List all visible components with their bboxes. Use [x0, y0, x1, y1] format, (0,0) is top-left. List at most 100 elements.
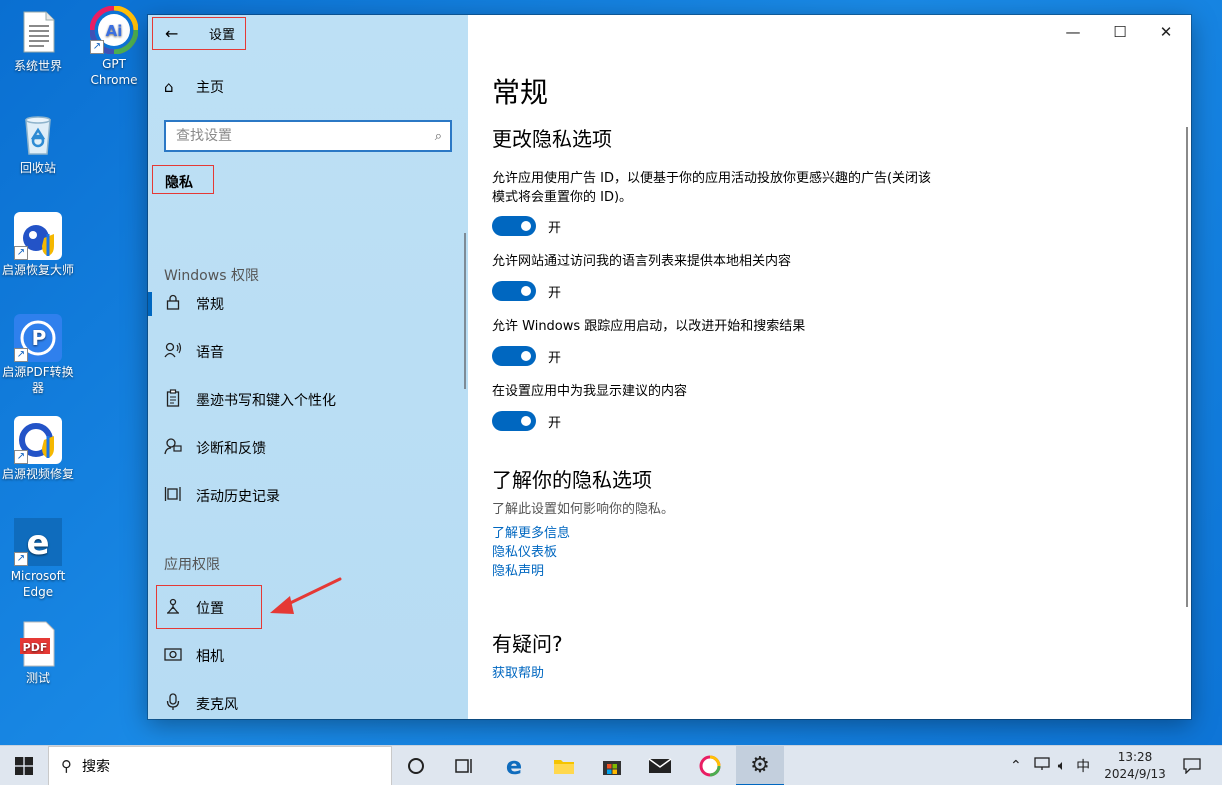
ai-chrome-taskbar-icon[interactable]: [686, 746, 734, 785]
nav-home-label: 主页: [196, 80, 224, 96]
toggle-state-label: 开: [548, 220, 562, 236]
titlebar-left-annotated: ← 设置: [152, 17, 246, 50]
microphone-icon: [164, 693, 182, 715]
nav-item-general[interactable]: 常规: [164, 292, 224, 316]
nav-scrollbar[interactable]: [464, 233, 466, 389]
desktop-icon-recovery[interactable]: ↗ 启源恢复大师: [0, 212, 76, 278]
setting-advertising-id-text: 允许应用使用广告 ID，以便基于你的应用活动投放你更感兴趣的广告(关闭该模式将会…: [492, 171, 932, 205]
task-view-button[interactable]: [440, 746, 488, 785]
desktop-icon-recycle-bin[interactable]: 回收站: [0, 110, 76, 176]
toggle-state-label: 开: [548, 415, 562, 431]
taskbar-search-box[interactable]: ⚲ 搜索: [48, 746, 392, 785]
shortcut-arrow-icon: ↗: [14, 552, 28, 566]
microsoft-store-icon[interactable]: [588, 746, 636, 785]
desktop-icon-system-world[interactable]: 系统世界: [0, 8, 76, 74]
search-icon[interactable]: ⌕: [435, 129, 442, 144]
settings-content-pane: — ☐ ✕ 常规 更改隐私选项 允许应用使用广告 ID，以便基于你的应用活动投放…: [468, 15, 1191, 719]
task-view-icon: [455, 759, 472, 773]
setting-language-list-text: 允许网站通过访问我的语言列表来提供本地相关内容: [492, 254, 792, 269]
nav-item-label: 活动历史记录: [196, 489, 280, 505]
back-arrow-icon[interactable]: ←: [165, 24, 185, 43]
desktop-icon-pdf-converter[interactable]: P ↗ 启源PDF转换器: [0, 314, 76, 396]
annotation-arrow: [270, 577, 342, 614]
toggle-knob: [521, 416, 531, 426]
minimize-button[interactable]: —: [1051, 21, 1095, 43]
shortcut-arrow-icon: ↗: [14, 348, 28, 362]
toggle-knob: [521, 351, 531, 361]
nav-item-camera[interactable]: 相机: [164, 644, 224, 668]
file-explorer-icon[interactable]: [540, 746, 588, 785]
edge-taskbar-icon[interactable]: e: [490, 746, 538, 785]
setting-advertising-id-row: 开: [492, 216, 561, 236]
link-learn-more[interactable]: 了解更多信息: [492, 522, 570, 541]
edge-icon: e ↗: [14, 518, 62, 566]
setting-suggested-content-text: 在设置应用中为我显示建议的内容: [492, 384, 688, 399]
page-title: 常规: [492, 76, 549, 109]
nav-item-label: 语音: [196, 345, 224, 361]
edge-badge: e: [26, 523, 49, 563]
section-heading-privacy-options: 更改隐私选项: [492, 127, 612, 151]
pdf-file-icon: PDF: [14, 620, 62, 668]
lock-icon: [164, 294, 182, 314]
video-repair-icon: ↗: [14, 416, 62, 464]
recycle-bin-icon: [14, 110, 62, 158]
desktop-icon-test-pdf[interactable]: PDF 测试: [0, 620, 76, 686]
settings-search-input[interactable]: [176, 128, 416, 144]
search-icon: ⚲: [61, 757, 72, 775]
desktop-icon-edge[interactable]: e ↗ Microsoft Edge: [0, 518, 76, 600]
nav-item-label: 相机: [196, 649, 224, 665]
start-button[interactable]: [0, 746, 48, 785]
shortcut-arrow-icon: ↗: [14, 450, 28, 464]
content-scrollbar[interactable]: [1186, 127, 1188, 607]
nav-item-microphone[interactable]: 麦克风: [164, 692, 238, 716]
toggle-state-label: 开: [548, 285, 562, 301]
settings-taskbar-icon[interactable]: ⚙: [736, 746, 784, 785]
nav-item-location[interactable]: 位置: [164, 596, 224, 620]
speech-icon: [164, 342, 182, 362]
ai-chrome-icon: Ai ↗: [89, 5, 139, 55]
nav-item-label: 常规: [196, 297, 224, 313]
document-icon: [14, 8, 62, 56]
setting-app-launch-tracking-row: 开: [492, 346, 561, 366]
link-get-help[interactable]: 获取帮助: [492, 662, 544, 681]
notification-button[interactable]: [1183, 746, 1201, 785]
nav-item-label: 位置: [196, 601, 224, 617]
desktop-icon-label: Microsoft Edge: [10, 569, 66, 599]
nav-item-speech[interactable]: 语音: [164, 340, 224, 364]
close-button[interactable]: ✕: [1144, 21, 1188, 43]
maximize-button[interactable]: ☐: [1098, 21, 1142, 43]
nav-item-diagnostics-feedback[interactable]: 诊断和反馈: [164, 436, 266, 460]
app-launch-tracking-toggle[interactable]: [492, 346, 536, 366]
system-tray: ⌃ 🔈︎ 中: [1010, 746, 1090, 785]
network-icon[interactable]: [1034, 757, 1050, 775]
desktop-icon-gpt-chrome[interactable]: Ai ↗ GPT Chrome: [76, 5, 152, 88]
cortana-button[interactable]: [392, 746, 440, 785]
nav-item-activity-history[interactable]: 活动历史记录: [164, 484, 280, 508]
desktop-icon-video-repair[interactable]: ↗ 启源视频修复: [0, 416, 76, 482]
link-privacy-dashboard[interactable]: 隐私仪表板: [492, 541, 557, 560]
desktop-icon-label: 启源视频修复: [1, 467, 74, 481]
setting-app-launch-tracking-text: 允许 Windows 跟踪应用启动，以改进开始和搜索结果: [492, 319, 806, 334]
nav-item-label: 墨迹书写和键入个性化: [196, 393, 336, 409]
nav-home[interactable]: ⌂ 主页: [164, 77, 224, 97]
taskbar-clock[interactable]: 13:28 2024/9/13: [1100, 749, 1170, 783]
section-title-privacy: 隐私: [152, 165, 214, 194]
language-list-toggle[interactable]: [492, 281, 536, 301]
toggle-knob: [521, 286, 531, 296]
chevron-up-icon[interactable]: ⌃: [1010, 758, 1022, 774]
suggested-content-toggle[interactable]: [492, 411, 536, 431]
nav-item-inking-typing[interactable]: 墨迹书写和键入个性化: [164, 388, 336, 412]
desktop-icon-label: 测试: [25, 671, 50, 685]
clock-date: 2024/9/13: [1104, 767, 1166, 781]
feedback-icon: [164, 437, 182, 459]
mail-icon[interactable]: [636, 746, 684, 785]
ime-indicator[interactable]: 中: [1076, 756, 1090, 776]
settings-search-box[interactable]: ⌕: [164, 120, 452, 152]
home-icon: ⌂: [164, 78, 174, 96]
desktop-icon-label: 启源PDF转换器: [2, 365, 74, 395]
volume-icon[interactable]: 🔈︎: [1058, 758, 1066, 774]
advertising-id-toggle[interactable]: [492, 216, 536, 236]
link-privacy-statement[interactable]: 隐私声明: [492, 560, 544, 579]
shortcut-arrow-icon: ↗: [90, 40, 104, 54]
clock-time: 13:28: [1117, 750, 1153, 764]
